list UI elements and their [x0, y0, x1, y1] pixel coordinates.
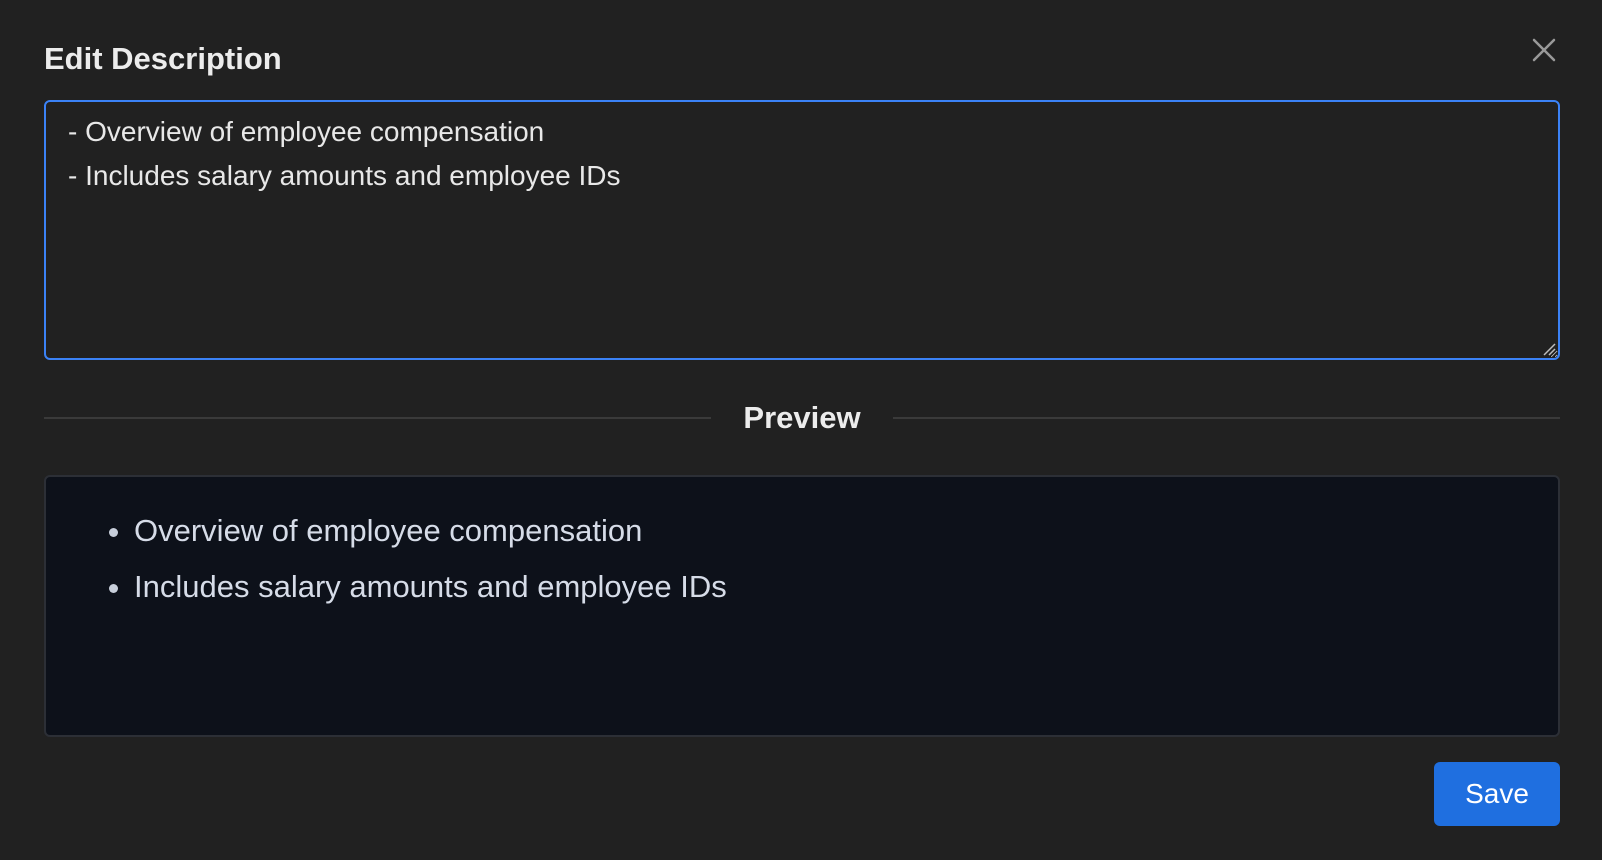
divider-line-right	[892, 417, 1561, 419]
preview-list: Overview of employee compensation Includ…	[46, 477, 1558, 615]
close-icon	[1532, 38, 1556, 62]
preview-heading: Preview	[743, 400, 861, 435]
dialog-title: Edit Description	[44, 41, 282, 76]
preview-list-item: Overview of employee compensation	[134, 503, 1558, 559]
preview-divider: Preview	[44, 398, 1561, 438]
description-textarea[interactable]	[44, 100, 1560, 360]
resize-handle-icon[interactable]	[1542, 342, 1556, 356]
close-button[interactable]	[1526, 32, 1562, 68]
save-button[interactable]: Save	[1434, 762, 1560, 826]
preview-list-item: Includes salary amounts and employee IDs	[134, 559, 1558, 615]
preview-panel: Overview of employee compensation Includ…	[44, 475, 1560, 737]
edit-description-dialog: Edit Description Preview Overview of emp…	[0, 0, 1602, 860]
divider-line-left	[44, 417, 712, 419]
